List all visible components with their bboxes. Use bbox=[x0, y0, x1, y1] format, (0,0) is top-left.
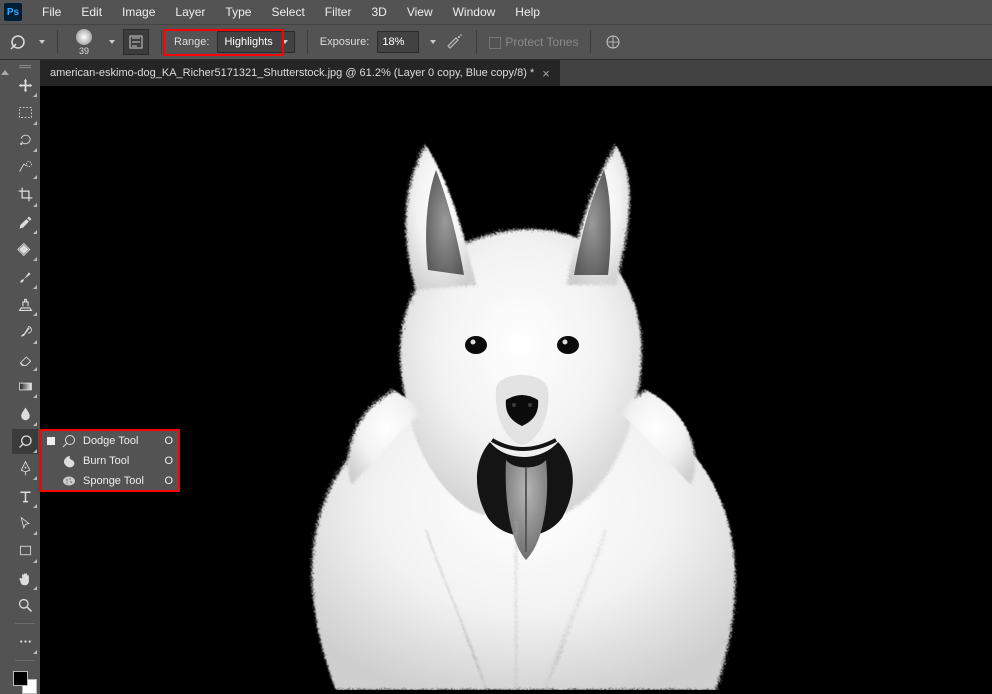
clone-stamp-tool[interactable] bbox=[12, 292, 38, 317]
close-tab-icon[interactable]: × bbox=[542, 66, 550, 81]
eyedropper-tool[interactable] bbox=[12, 210, 38, 235]
spot-healing-brush-tool[interactable] bbox=[12, 237, 38, 262]
menu-layer[interactable]: Layer bbox=[165, 0, 215, 24]
divider bbox=[476, 30, 477, 54]
chevron-down-icon bbox=[282, 40, 288, 44]
exposure-caret[interactable] bbox=[430, 40, 436, 44]
flyout-item-sponge[interactable]: Sponge Tool O bbox=[41, 471, 179, 491]
left-gutter bbox=[0, 60, 10, 694]
horizontal-type-tool[interactable] bbox=[12, 483, 38, 508]
range-label: Range: bbox=[174, 36, 209, 48]
divider bbox=[57, 30, 58, 54]
airbrush-toggle-icon[interactable] bbox=[444, 32, 464, 52]
flyout-item-burn[interactable]: Burn Tool O bbox=[41, 451, 179, 471]
divider bbox=[161, 30, 162, 54]
pen-tool[interactable] bbox=[12, 456, 38, 481]
menu-3d[interactable]: 3D bbox=[361, 0, 396, 24]
brush-preview[interactable]: 39 bbox=[70, 29, 98, 56]
menu-window[interactable]: Window bbox=[443, 0, 506, 24]
document-tab-title: american-eskimo-dog_KA_Richer5171321_Shu… bbox=[50, 67, 534, 79]
menu-file[interactable]: File bbox=[32, 0, 71, 24]
exposure-label: Exposure: bbox=[320, 36, 370, 48]
exposure-value: 18% bbox=[382, 36, 404, 48]
tools-panel bbox=[10, 60, 40, 694]
workspace: american-eskimo-dog_KA_Richer5171321_Shu… bbox=[0, 60, 992, 694]
selected-indicator bbox=[47, 457, 55, 465]
foreground-color-swatch[interactable] bbox=[13, 671, 28, 686]
burn-icon bbox=[61, 453, 77, 469]
brush-tool[interactable] bbox=[12, 264, 38, 289]
history-brush-tool[interactable] bbox=[12, 319, 38, 344]
document-tabs: american-eskimo-dog_KA_Richer5171321_Shu… bbox=[40, 60, 992, 86]
divider bbox=[590, 30, 591, 54]
menu-filter[interactable]: Filter bbox=[315, 0, 362, 24]
panel-drag-handle[interactable] bbox=[10, 62, 40, 72]
exposure-input[interactable]: 18% bbox=[377, 31, 419, 53]
menu-select[interactable]: Select bbox=[261, 0, 314, 24]
flyout-item-label: Sponge Tool bbox=[83, 475, 144, 487]
hand-tool[interactable] bbox=[12, 566, 38, 591]
flyout-item-dodge[interactable]: Dodge Tool O bbox=[41, 431, 179, 451]
pressure-size-toggle-icon[interactable] bbox=[603, 32, 623, 52]
move-tool[interactable] bbox=[12, 73, 38, 98]
flyout-item-label: Burn Tool bbox=[83, 455, 129, 467]
tool-preset-caret[interactable] bbox=[39, 40, 45, 44]
range-value: Highlights bbox=[224, 36, 272, 48]
quick-selection-tool[interactable] bbox=[12, 155, 38, 180]
path-selection-tool[interactable] bbox=[12, 511, 38, 536]
menu-type[interactable]: Type bbox=[215, 0, 261, 24]
blur-tool[interactable] bbox=[12, 401, 38, 426]
toolbar-separator bbox=[15, 660, 35, 661]
flyout-item-shortcut: O bbox=[164, 475, 173, 487]
protect-tones-checkbox[interactable]: Protect Tones bbox=[489, 35, 578, 49]
edit-toolbar-button[interactable] bbox=[12, 629, 38, 654]
flyout-item-shortcut: O bbox=[164, 435, 173, 447]
eraser-tool[interactable] bbox=[12, 347, 38, 372]
brush-preset-caret[interactable] bbox=[109, 40, 115, 44]
rectangular-marquee-tool[interactable] bbox=[12, 100, 38, 125]
lasso-tool[interactable] bbox=[12, 128, 38, 153]
menu-bar: Ps File Edit Image Layer Type Select Fil… bbox=[0, 0, 992, 24]
menu-view[interactable]: View bbox=[397, 0, 443, 24]
protect-tones-label: Protect Tones bbox=[505, 35, 578, 49]
current-tool-icon[interactable] bbox=[8, 32, 28, 52]
menu-image[interactable]: Image bbox=[112, 0, 165, 24]
app-logo: Ps bbox=[4, 3, 22, 21]
crop-tool[interactable] bbox=[12, 182, 38, 207]
color-swatches[interactable] bbox=[13, 671, 37, 694]
dodge-icon bbox=[61, 433, 77, 449]
toolbar-separator bbox=[15, 623, 35, 624]
gradient-tool[interactable] bbox=[12, 374, 38, 399]
sponge-icon bbox=[61, 473, 77, 489]
canvas[interactable] bbox=[40, 86, 992, 694]
selected-indicator bbox=[47, 437, 55, 445]
flyout-item-shortcut: O bbox=[164, 455, 173, 467]
brush-panel-toggle-icon[interactable] bbox=[123, 29, 149, 55]
dodge-tool-flyout: Dodge Tool O Burn Tool O Sponge Tool O bbox=[40, 430, 180, 492]
divider bbox=[307, 30, 308, 54]
canvas-image bbox=[176, 90, 856, 690]
rectangle-tool[interactable] bbox=[12, 538, 38, 563]
document-tab[interactable]: american-eskimo-dog_KA_Richer5171321_Shu… bbox=[40, 60, 560, 86]
range-select[interactable]: Highlights bbox=[217, 31, 294, 53]
dodge-tool[interactable] bbox=[12, 429, 38, 454]
menu-edit[interactable]: Edit bbox=[71, 0, 112, 24]
zoom-tool[interactable] bbox=[12, 593, 38, 618]
flyout-item-label: Dodge Tool bbox=[83, 435, 138, 447]
brush-size-value: 39 bbox=[79, 46, 89, 56]
selected-indicator bbox=[47, 477, 55, 485]
document-area: american-eskimo-dog_KA_Richer5171321_Shu… bbox=[40, 60, 992, 694]
options-bar: 39 Range: Highlights Exposure: 18% Prote… bbox=[0, 24, 992, 60]
menu-help[interactable]: Help bbox=[505, 0, 550, 24]
